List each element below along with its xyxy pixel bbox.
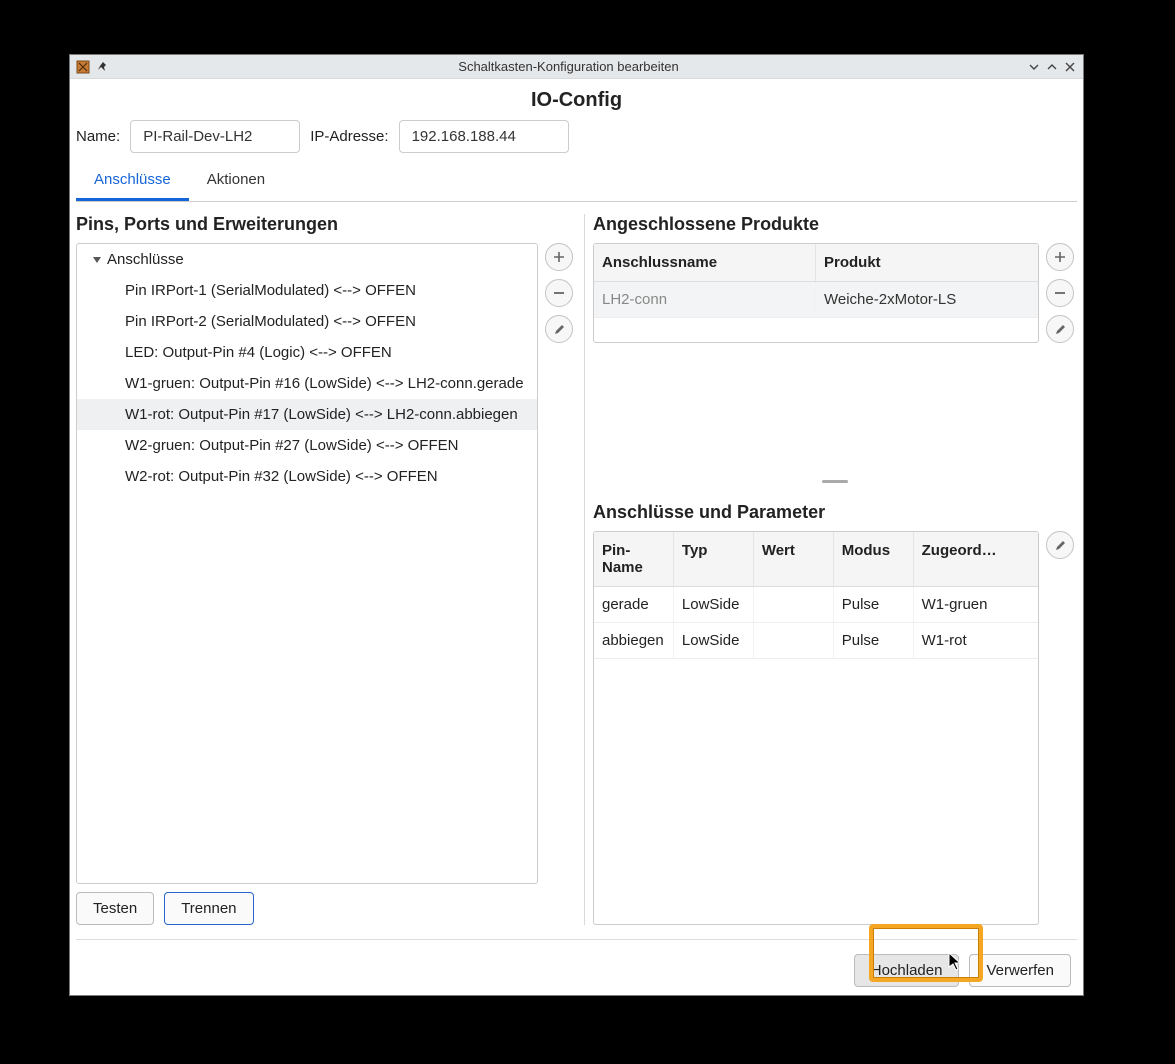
remove-pin-button[interactable] [545, 279, 573, 307]
upload-button[interactable]: Hochladen [854, 954, 960, 987]
params-col-value[interactable]: Wert [754, 532, 834, 586]
left-pane: Pins, Ports und Erweiterungen Anschlüsse… [76, 214, 576, 925]
test-button[interactable]: Testen [76, 892, 154, 925]
tree-root[interactable]: Anschlüsse [77, 244, 537, 275]
params-col-pin[interactable]: Pin-Name [594, 532, 674, 586]
horizontal-splitter[interactable] [593, 478, 1077, 484]
tree-item-selected[interactable]: W1-rot: Output-Pin #17 (LowSide) <--> LH… [77, 399, 537, 430]
maximize-icon[interactable] [1045, 60, 1059, 74]
params-col-type[interactable]: Typ [674, 532, 754, 586]
add-pin-button[interactable] [545, 243, 573, 271]
window-title: Schaltkasten-Konfiguration bearbeiten [116, 59, 1021, 74]
remove-product-button[interactable] [1046, 279, 1074, 307]
name-input[interactable] [130, 120, 300, 153]
tree-item[interactable]: LED: Output-Pin #4 (Logic) <--> OFFEN [77, 337, 537, 368]
params-title: Anschlüsse und Parameter [593, 502, 1077, 523]
pin-tree[interactable]: Anschlüsse Pin IRPort-1 (SerialModulated… [76, 243, 538, 884]
footer: Hochladen Verwerfen [76, 940, 1077, 987]
disconnect-button[interactable]: Trennen [164, 892, 253, 925]
products-table[interactable]: Anschlussname Produkt LH2-conn Weiche-2x… [593, 243, 1039, 343]
tab-actions[interactable]: Aktionen [189, 163, 283, 201]
params-table[interactable]: Pin-Name Typ Wert Modus Zugeord… gerade … [593, 531, 1039, 925]
discard-button[interactable]: Verwerfen [969, 954, 1071, 987]
tab-bar: Anschlüsse Aktionen [76, 163, 1077, 202]
products-title: Angeschlossene Produkte [593, 214, 1077, 235]
name-label: Name: [76, 128, 120, 145]
left-pane-title: Pins, Ports und Erweiterungen [76, 214, 576, 235]
titlebar[interactable]: Schaltkasten-Konfiguration bearbeiten [70, 55, 1083, 79]
page-title: IO-Config [76, 83, 1077, 120]
tree-item[interactable]: W1-gruen: Output-Pin #16 (LowSide) <--> … [77, 368, 537, 399]
tree-item[interactable]: W2-gruen: Output-Pin #27 (LowSide) <--> … [77, 430, 537, 461]
params-row[interactable]: gerade LowSide Pulse W1-gruen [594, 587, 1038, 623]
pin-icon[interactable] [96, 60, 110, 74]
tree-item[interactable]: Pin IRPort-2 (SerialModulated) <--> OFFE… [77, 306, 537, 337]
right-pane: Angeschlossene Produkte Anschlussname Pr… [584, 214, 1077, 925]
fields-row: Name: IP-Adresse: [76, 120, 1077, 159]
products-row[interactable]: LH2-conn Weiche-2xMotor-LS [594, 282, 1038, 318]
params-col-assigned[interactable]: Zugeord… [914, 532, 1038, 586]
app-icon [76, 60, 90, 74]
config-window: Schaltkasten-Konfiguration bearbeiten IO… [69, 54, 1084, 996]
edit-param-button[interactable] [1046, 531, 1074, 559]
ip-label: IP-Adresse: [310, 128, 388, 145]
tree-item[interactable]: W2-rot: Output-Pin #32 (LowSide) <--> OF… [77, 461, 537, 492]
chevron-down-icon[interactable] [93, 257, 101, 263]
params-row[interactable]: abbiegen LowSide Pulse W1-rot [594, 623, 1038, 659]
edit-product-button[interactable] [1046, 315, 1074, 343]
tab-connections[interactable]: Anschlüsse [76, 163, 189, 201]
tree-root-label: Anschlüsse [107, 251, 184, 268]
tree-item[interactable]: Pin IRPort-1 (SerialModulated) <--> OFFE… [77, 275, 537, 306]
products-col-name[interactable]: Anschlussname [594, 244, 816, 281]
edit-pin-button[interactable] [545, 315, 573, 343]
close-icon[interactable] [1063, 60, 1077, 74]
params-col-mode[interactable]: Modus [834, 532, 914, 586]
add-product-button[interactable] [1046, 243, 1074, 271]
products-col-product[interactable]: Produkt [816, 244, 1038, 281]
ip-input[interactable] [399, 120, 569, 153]
minimize-icon[interactable] [1027, 60, 1041, 74]
